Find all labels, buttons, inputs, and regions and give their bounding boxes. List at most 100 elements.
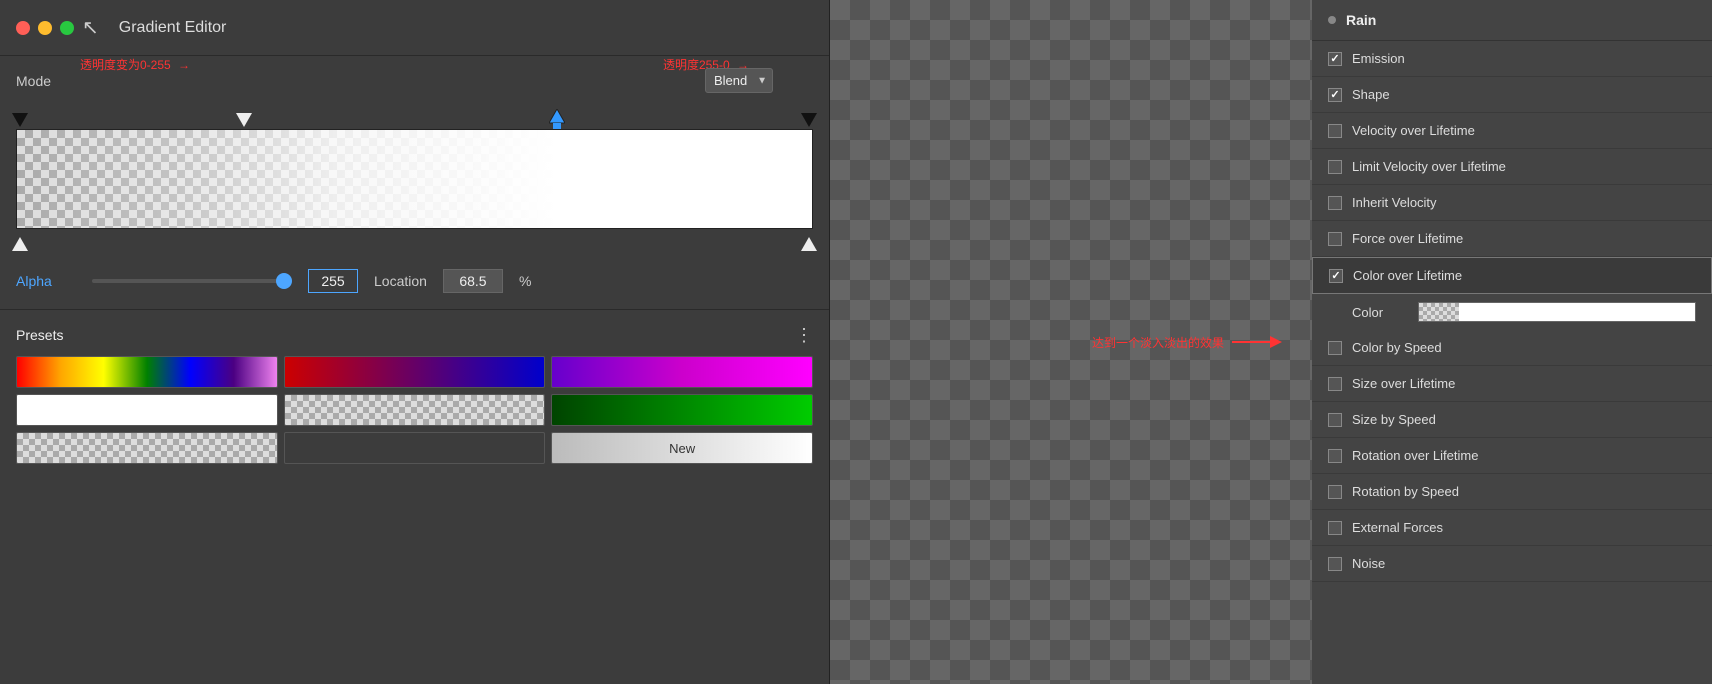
label-color-over-lifetime: Color over Lifetime — [1353, 268, 1462, 283]
panel-item-emission[interactable]: Emission — [1312, 41, 1712, 77]
label-limit-velocity-over-lifetime: Limit Velocity over Lifetime — [1352, 159, 1506, 174]
gradient-overlay — [17, 130, 812, 228]
panel-dot — [1328, 16, 1336, 24]
color-stop-white-right[interactable] — [801, 237, 817, 251]
checkbox-noise[interactable] — [1328, 557, 1342, 571]
panel-item-color-over-lifetime[interactable]: Color over Lifetime — [1312, 257, 1712, 294]
alpha-stops-top — [16, 109, 813, 129]
preset-checker2[interactable] — [16, 432, 278, 464]
alpha-slider-track[interactable] — [92, 279, 292, 283]
presets-menu-button[interactable]: ⋮ — [795, 326, 813, 344]
checkbox-inherit-velocity[interactable] — [1328, 196, 1342, 210]
mode-row: Mode 透明度变为0-255 → 透明度255-0 → Blend Fixed — [0, 56, 829, 105]
panel-item-color-by-speed[interactable]: Color by Speed — [1312, 330, 1712, 366]
panel-item-rotation-over-lifetime[interactable]: Rotation over Lifetime — [1312, 438, 1712, 474]
color-stop-white-left[interactable] — [12, 237, 28, 251]
color-swatch-checker — [1419, 303, 1459, 321]
panel-item-shape[interactable]: Shape — [1312, 77, 1712, 113]
presets-header: Presets ⋮ — [16, 326, 813, 344]
checkbox-size-by-speed[interactable] — [1328, 413, 1342, 427]
alpha-stop-white[interactable] — [236, 113, 252, 127]
checkbox-velocity-over-lifetime[interactable] — [1328, 124, 1342, 138]
preset-new[interactable]: New — [551, 432, 813, 464]
middle-area: 达到一个淡入淡出的效果 — [830, 0, 1312, 684]
preset-empty — [284, 432, 546, 464]
color-swatch[interactable] — [1418, 302, 1696, 322]
maximize-button[interactable] — [60, 21, 74, 35]
alpha-section: Alpha Location % — [0, 253, 829, 309]
arrow-annotation: 达到一个淡入淡出的效果 — [1092, 332, 1282, 352]
color-swatch-white — [1459, 303, 1695, 321]
panel-item-velocity-over-lifetime[interactable]: Velocity over Lifetime — [1312, 113, 1712, 149]
checkbox-emission[interactable] — [1328, 52, 1342, 66]
panel-item-force-over-lifetime[interactable]: Force over Lifetime — [1312, 221, 1712, 257]
panel-item-rotation-by-speed[interactable]: Rotation by Speed — [1312, 474, 1712, 510]
presets-grid: New — [16, 356, 813, 464]
close-button[interactable] — [16, 21, 30, 35]
mode-select[interactable]: Blend Fixed — [705, 68, 773, 93]
label-noise: Noise — [1352, 556, 1385, 571]
title-bar: ↖ Gradient Editor — [0, 0, 829, 56]
label-inherit-velocity: Inherit Velocity — [1352, 195, 1437, 210]
cursor-icon: ↖ — [82, 15, 99, 40]
checkbox-force-over-lifetime[interactable] — [1328, 232, 1342, 246]
preset-white[interactable] — [16, 394, 278, 426]
label-size-by-speed: Size by Speed — [1352, 412, 1436, 427]
panel-header: Rain — [1312, 0, 1712, 41]
checkbox-limit-velocity-over-lifetime[interactable] — [1328, 160, 1342, 174]
percent-label: % — [519, 273, 531, 289]
right-panel: Rain Emission Shape Velocity over Lifeti… — [1312, 0, 1712, 684]
minimize-button[interactable] — [38, 21, 52, 35]
color-stops-bottom — [16, 229, 813, 253]
checkbox-size-over-lifetime[interactable] — [1328, 377, 1342, 391]
label-rotation-over-lifetime: Rotation over Lifetime — [1352, 448, 1478, 463]
annotation-bottom: 达到一个淡入淡出的效果 — [1092, 334, 1224, 351]
presets-title: Presets — [16, 327, 63, 343]
mode-label: Mode — [16, 73, 51, 89]
color-label: Color — [1352, 305, 1402, 320]
label-color-by-speed: Color by Speed — [1352, 340, 1442, 355]
presets-section: Presets ⋮ New — [0, 310, 829, 480]
preset-checker[interactable] — [284, 394, 546, 426]
alpha-value-input[interactable] — [308, 269, 358, 293]
checkbox-color-by-speed[interactable] — [1328, 341, 1342, 355]
panel-item-limit-velocity-over-lifetime[interactable]: Limit Velocity over Lifetime — [1312, 149, 1712, 185]
preset-red-blue[interactable] — [284, 356, 546, 388]
panel-title: Rain — [1346, 12, 1376, 28]
checkbox-rotation-over-lifetime[interactable] — [1328, 449, 1342, 463]
panel-items-list: Emission Shape Velocity over Lifetime Li… — [1312, 41, 1712, 582]
mode-select-wrapper[interactable]: Blend Fixed — [485, 68, 773, 93]
panel-item-size-by-speed[interactable]: Size by Speed — [1312, 402, 1712, 438]
checkbox-color-over-lifetime[interactable] — [1329, 269, 1343, 283]
window-title: Gradient Editor — [119, 19, 227, 37]
alpha-label: Alpha — [16, 273, 76, 289]
panel-item-inherit-velocity[interactable]: Inherit Velocity — [1312, 185, 1712, 221]
location-value-input[interactable] — [443, 269, 503, 293]
label-force-over-lifetime: Force over Lifetime — [1352, 231, 1463, 246]
window-controls — [16, 21, 74, 35]
gradient-editor-panel: ↖ Gradient Editor Mode 透明度变为0-255 → 透明度2… — [0, 0, 830, 684]
gradient-area[interactable] — [16, 129, 813, 229]
panel-item-external-forces[interactable]: External Forces — [1312, 510, 1712, 546]
annotation-top-left: 透明度变为0-255 → — [80, 56, 190, 73]
arrow-right-icon — [1232, 332, 1282, 352]
gradient-bar[interactable] — [16, 129, 813, 229]
label-size-over-lifetime: Size over Lifetime — [1352, 376, 1455, 391]
alpha-stop-black-left[interactable] — [12, 113, 28, 127]
preset-rainbow[interactable] — [16, 356, 278, 388]
checkbox-rotation-by-speed[interactable] — [1328, 485, 1342, 499]
label-emission: Emission — [1352, 51, 1405, 66]
preset-purple-magenta[interactable] — [551, 356, 813, 388]
alpha-stop-black-right[interactable] — [801, 113, 817, 127]
label-rotation-by-speed: Rotation by Speed — [1352, 484, 1459, 499]
label-shape: Shape — [1352, 87, 1390, 102]
label-external-forces: External Forces — [1352, 520, 1443, 535]
panel-item-size-over-lifetime[interactable]: Size over Lifetime — [1312, 366, 1712, 402]
preset-green[interactable] — [551, 394, 813, 426]
panel-item-noise[interactable]: Noise — [1312, 546, 1712, 582]
checkbox-shape[interactable] — [1328, 88, 1342, 102]
color-preview-row: Color — [1312, 294, 1712, 330]
label-velocity-over-lifetime: Velocity over Lifetime — [1352, 123, 1475, 138]
alpha-slider-thumb[interactable] — [276, 273, 292, 289]
checkbox-external-forces[interactable] — [1328, 521, 1342, 535]
